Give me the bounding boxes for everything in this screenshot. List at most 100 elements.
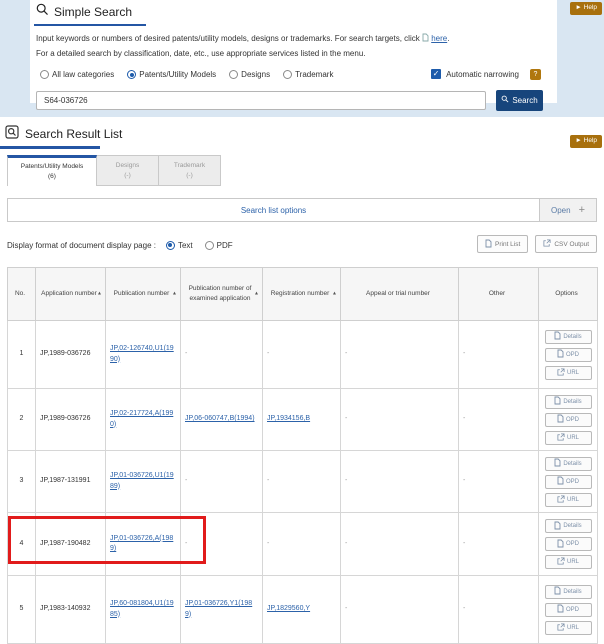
question-help-icon[interactable]: ? <box>530 69 541 80</box>
details-button[interactable]: Details <box>545 519 592 533</box>
examined-publication-link[interactable]: JP,01-036726,Y1(1989) <box>185 600 252 617</box>
appeal-trial-cell: - <box>341 321 459 389</box>
url-button[interactable]: URL <box>545 366 592 380</box>
document-icon <box>557 539 564 550</box>
publication-number-cell: JP,60-081804,U1(1985) <box>106 576 181 644</box>
button-label: URL <box>567 559 579 565</box>
search-input[interactable] <box>36 91 486 110</box>
empty-value: - <box>345 605 347 612</box>
sort-asc-icon[interactable]: ▲ <box>97 290 102 298</box>
button-label: Details <box>563 523 581 529</box>
empty-value: - <box>185 477 187 484</box>
table-row: 2JP,1989-036726JP,02-217724,A(1990)JP,06… <box>8 389 598 451</box>
registration-number-link[interactable]: JP,1829560,Y <box>267 605 310 612</box>
details-button[interactable]: Details <box>545 457 592 471</box>
url-button[interactable]: URL <box>545 555 592 569</box>
empty-value: - <box>463 415 465 422</box>
other-cell: - <box>459 389 539 451</box>
opd-button[interactable]: OPD <box>545 537 592 551</box>
csv-output-label: CSV Output <box>554 241 589 248</box>
document-icon <box>557 476 564 487</box>
title-underline <box>0 146 100 149</box>
other-cell: - <box>459 513 539 576</box>
url-button[interactable]: URL <box>545 431 592 445</box>
print-list-button[interactable]: Print List <box>477 235 528 253</box>
header-options: Options <box>539 268 598 321</box>
publication-number-link[interactable]: JP,01-036726,U1(1989) <box>110 472 174 489</box>
tab-designs[interactable]: Designs (-) <box>97 155 159 186</box>
sort-asc-icon[interactable]: ▲ <box>172 290 177 298</box>
url-button[interactable]: URL <box>545 621 592 635</box>
button-label: Details <box>563 589 581 595</box>
search-instructions: Input keywords or numbers of desired pat… <box>36 32 553 62</box>
opd-button[interactable]: OPD <box>545 475 592 489</box>
sort-asc-icon[interactable]: ▲ <box>332 290 337 298</box>
radio-trademark[interactable]: Trademark <box>283 70 333 79</box>
options-cell: Details OPD URL <box>539 576 598 644</box>
empty-value: - <box>185 540 187 547</box>
sort-asc-icon[interactable]: ▲ <box>254 290 259 298</box>
opd-button[interactable]: OPD <box>545 348 592 362</box>
automatic-narrowing-checkbox[interactable] <box>431 69 441 79</box>
publication-number-link[interactable]: JP,02-126740,U1(1990) <box>110 345 174 362</box>
publication-number-cell: JP,02-126740,U1(1990) <box>106 321 181 389</box>
header-registration-number: Registration number▲ <box>263 268 341 321</box>
publication-number-link[interactable]: JP,60-081804,U1(1985) <box>110 600 174 617</box>
opd-button[interactable]: OPD <box>545 603 592 617</box>
registration-number-cell: - <box>263 513 341 576</box>
details-button[interactable]: Details <box>545 330 592 344</box>
external-link-icon <box>557 623 565 633</box>
radio-selected-icon <box>127 70 136 79</box>
button-label: URL <box>567 497 579 503</box>
search-list-options-bar: Search list options Open + <box>7 198 597 222</box>
other-cell: - <box>459 321 539 389</box>
publication-number-link[interactable]: JP,01-036726,A(1989) <box>110 535 173 552</box>
export-icon <box>543 239 551 249</box>
publication-number-cell: JP,01-036726,U1(1989) <box>106 451 181 513</box>
help-button-simple-search[interactable]: ► Help <box>570 2 602 15</box>
tab-count: (-) <box>186 171 193 181</box>
publication-number-link[interactable]: JP,02-217724,A(1990) <box>110 410 173 427</box>
opd-button[interactable]: OPD <box>545 413 592 427</box>
button-label: Details <box>563 334 581 340</box>
tab-patents-utility-models[interactable]: Patents/Utility Models (6) <box>7 155 97 186</box>
empty-value: - <box>345 477 347 484</box>
radio-pdf-format[interactable]: PDF <box>205 241 233 250</box>
document-icon <box>557 604 564 615</box>
simple-search-section: ► Help Simple Search Input keywords or n… <box>0 0 604 117</box>
help-button-results[interactable]: ► Help <box>570 135 602 148</box>
search-button-label: Search <box>512 96 537 105</box>
external-link-icon <box>557 433 565 443</box>
application-number: JP,1987-131991 <box>40 477 90 484</box>
row-number-cell: 5 <box>8 576 36 644</box>
radio-text-format[interactable]: Text <box>166 241 193 250</box>
document-icon <box>557 349 564 360</box>
search-row: Search <box>36 90 553 111</box>
button-label: OPD <box>566 541 579 547</box>
details-button[interactable]: Details <box>545 395 592 409</box>
registration-number-link[interactable]: JP,1934156,B <box>267 415 310 422</box>
law-category-row: All law categories Patents/Utility Model… <box>40 69 553 81</box>
automatic-narrowing-label: Automatic narrowing <box>446 70 519 79</box>
open-options-button[interactable]: Open + <box>539 199 596 221</box>
tab-trademark[interactable]: Trademark (-) <box>159 155 221 186</box>
application-number: JP,1983-140932 <box>40 605 90 612</box>
radio-designs[interactable]: Designs <box>229 70 270 79</box>
document-icon <box>557 414 564 425</box>
plus-icon: + <box>579 204 585 216</box>
instruction-line1: Input keywords or numbers of desired pat… <box>36 34 420 43</box>
details-button[interactable]: Details <box>545 585 592 599</box>
header-other: Other <box>459 268 539 321</box>
radio-all-law-categories[interactable]: All law categories <box>40 70 114 79</box>
radio-patents-utility-models[interactable]: Patents/Utility Models <box>127 70 216 79</box>
csv-output-button[interactable]: CSV Output <box>535 235 597 253</box>
examined-publication-link[interactable]: JP,06-060747,B(1994) <box>185 415 255 422</box>
here-link[interactable]: here <box>431 34 447 43</box>
url-button[interactable]: URL <box>545 493 592 507</box>
document-icon <box>554 521 561 532</box>
search-button[interactable]: Search <box>496 90 543 111</box>
button-label: OPD <box>566 417 579 423</box>
search-list-options-label[interactable]: Search list options <box>8 199 539 221</box>
button-label: URL <box>567 625 579 631</box>
empty-value: - <box>463 605 465 612</box>
